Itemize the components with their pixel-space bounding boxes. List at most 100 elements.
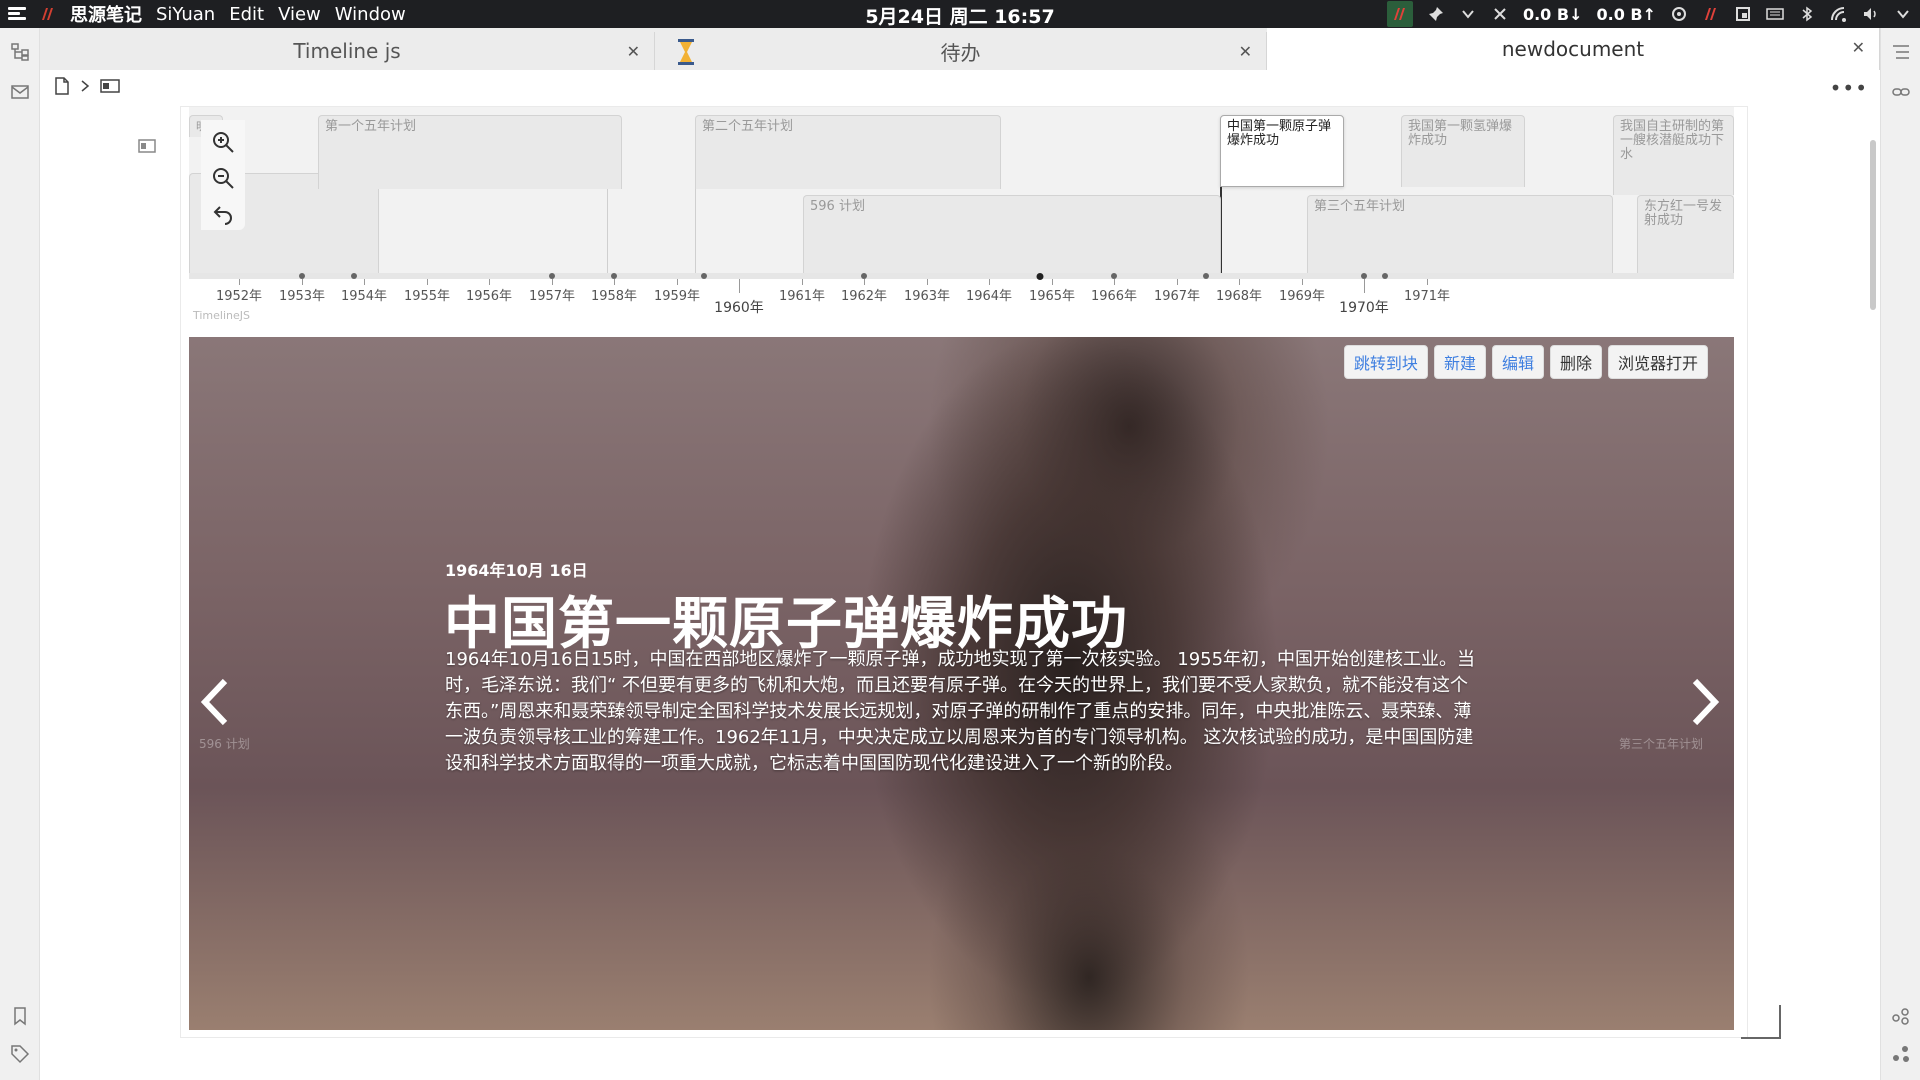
block-gutter-icon[interactable] (138, 138, 156, 154)
tab-bar: Timeline js ✕ 待办 ✕ newdocument ✕ (40, 28, 1880, 70)
axis-year-label: 1958年 (590, 289, 638, 304)
timeline-marker[interactable]: 第二个五年计划 (695, 115, 1001, 189)
left-dock (0, 28, 40, 1080)
editor-area: ••• 明 第一个五年计划 第二个五年计划 596 计划 中国第一颗原子弹爆炸成… (40, 70, 1880, 1080)
previous-slide-icon[interactable] (197, 677, 231, 740)
tray-expand-icon[interactable] (1894, 5, 1912, 23)
tab-label: 待办 (940, 40, 981, 65)
timeline-marker[interactable]: 东方红一号发射成功 (1637, 195, 1734, 273)
slide-text: 1964年10月16日15时，中国在西部地区爆炸了一颗原子弹，成功地实现了第一次… (445, 649, 1476, 774)
next-slide-icon[interactable] (1689, 677, 1723, 740)
axis-event-dot[interactable] (611, 273, 617, 279)
network-upload-speed: 0.0 B↑ (1596, 4, 1656, 24)
axis-year-label: 1961年 (778, 289, 826, 304)
timeline-marker[interactable]: 我国第一颗氢弹爆炸成功 (1401, 115, 1525, 187)
timeline-axis: 1952年 1953年 1954年 1955年 1956年 1957年 1958年 1959年… (189, 273, 1734, 322)
document-icon[interactable] (54, 77, 70, 99)
backlink-icon[interactable] (1891, 82, 1911, 102)
system-top-bar: 思源笔记 SiYuan Edit View Window 5月24日 周二 16… (0, 0, 1920, 28)
close-icon[interactable]: ✕ (1852, 38, 1865, 57)
axis-event-dot[interactable] (1111, 273, 1117, 279)
bookmark-icon[interactable] (10, 1006, 30, 1026)
wifi-icon[interactable] (1830, 5, 1848, 23)
menu-edit[interactable]: Edit (229, 4, 264, 25)
outline-icon[interactable] (1891, 42, 1911, 62)
marker-label: 第二个五年计划 (702, 119, 794, 134)
back-to-start-icon[interactable] (211, 202, 235, 226)
axis-year-label: 1964年 (965, 289, 1013, 304)
timeline-marker[interactable]: 我国自主研制的第一艘核潜艇成功下水 (1613, 115, 1734, 195)
app-name[interactable]: 思源笔记 (70, 1, 142, 27)
volume-icon[interactable] (1862, 5, 1880, 23)
axis-event-dot[interactable] (701, 273, 707, 279)
bluetooth-icon[interactable] (1798, 5, 1816, 23)
marker-line (607, 177, 608, 273)
close-icon[interactable]: ✕ (627, 42, 640, 61)
axis-event-dot-active[interactable] (1036, 273, 1044, 280)
axis-event-dot[interactable] (861, 273, 867, 279)
activities-menu-icon[interactable] (8, 7, 26, 21)
global-graph-icon[interactable] (1891, 1044, 1911, 1064)
axis-year-label: 1954年 (340, 289, 388, 304)
timeline-marker[interactable]: 第一个五年计划 (318, 115, 622, 189)
axis-event-dot[interactable] (1203, 273, 1209, 279)
marker-label: 第一个五年计划 (325, 119, 417, 134)
timeline-navigation: 明 第一个五年计划 第二个五年计划 596 计划 中国第一颗原子弹爆炸成功 我国… (189, 107, 1734, 322)
marker-label: 我国自主研制的第一艘核潜艇成功下水 (1620, 119, 1725, 162)
axis-event-dot[interactable] (351, 273, 357, 279)
axis-event-dot[interactable] (1361, 273, 1367, 279)
timeline-marker-active[interactable]: 中国第一颗原子弹爆炸成功 (1220, 115, 1344, 187)
clipboard-icon[interactable] (1734, 5, 1752, 23)
previous-slide-label[interactable]: 596 计划 (199, 735, 250, 752)
open-in-browser-button[interactable]: 浏览器打开 (1607, 345, 1708, 379)
new-button[interactable]: 新建 (1433, 345, 1486, 379)
menu-view[interactable]: View (278, 4, 321, 25)
tab-todo[interactable]: 待办 ✕ (655, 32, 1267, 70)
zoom-in-icon[interactable] (211, 130, 235, 154)
graph-view-icon[interactable] (1891, 1006, 1911, 1026)
axis-decade-label: 1960年 (714, 300, 764, 316)
widget-block-icon[interactable] (100, 78, 120, 98)
tag-icon[interactable] (10, 1044, 30, 1064)
timeline-marker[interactable]: 596 计划 (803, 195, 1221, 273)
breadcrumb (54, 77, 120, 99)
menu-window[interactable]: Window (335, 4, 406, 25)
edit-button[interactable]: 编辑 (1491, 345, 1544, 379)
axis-event-dot[interactable] (549, 273, 555, 279)
axis-event-dot[interactable] (299, 273, 305, 279)
timelinejs-brand[interactable]: TimelineJS (193, 309, 250, 322)
editor-scrollbar[interactable] (1870, 140, 1876, 310)
jump-to-block-button[interactable]: 跳转到块 (1343, 345, 1428, 379)
delete-button[interactable]: 删除 (1549, 345, 1602, 379)
timeline-marker[interactable]: 第三个五年计划 (1307, 195, 1613, 273)
zoom-controls (201, 120, 245, 230)
siyuan-sync-icon[interactable] (1702, 5, 1720, 23)
zoom-out-icon[interactable] (211, 166, 235, 190)
vpn-icon[interactable] (1670, 5, 1688, 23)
axis-year-label: 1962年 (840, 289, 888, 304)
axis-year-label: 1952年 (215, 289, 263, 304)
chevron-down-icon[interactable] (1459, 5, 1477, 23)
pin-icon[interactable] (1427, 5, 1445, 23)
menu-siyuan[interactable]: SiYuan (156, 4, 215, 25)
siyuan-tray-icon[interactable] (1386, 1, 1413, 27)
file-tree-icon[interactable] (10, 42, 30, 62)
chevron-right-icon (80, 79, 90, 97)
more-options-icon[interactable]: ••• (1830, 76, 1868, 100)
inbox-icon[interactable] (10, 82, 30, 102)
axis-decade-label: 1970年 (1339, 300, 1389, 316)
axis-year-label: 1968年 (1215, 289, 1263, 304)
axis-event-dot[interactable] (1382, 273, 1388, 279)
close-icon[interactable]: ✕ (1239, 42, 1252, 61)
resize-handle[interactable] (1741, 1005, 1781, 1039)
next-slide-label[interactable]: 第三个五年计划 (1619, 735, 1703, 752)
keyboard-icon[interactable] (1766, 5, 1784, 23)
right-dock (1880, 28, 1920, 1080)
tab-timeline-js[interactable]: Timeline js ✕ (40, 32, 655, 70)
tab-newdocument[interactable]: newdocument ✕ (1267, 28, 1880, 70)
marker-label: 596 计划 (810, 199, 865, 214)
axis-year-label: 1959年 (653, 289, 701, 304)
close-icon[interactable] (1491, 5, 1509, 23)
timeline-widget: 明 第一个五年计划 第二个五年计划 596 计划 中国第一颗原子弹爆炸成功 我国… (180, 106, 1781, 1039)
marker-label: 中国第一颗原子弹爆炸成功 (1227, 119, 1332, 148)
